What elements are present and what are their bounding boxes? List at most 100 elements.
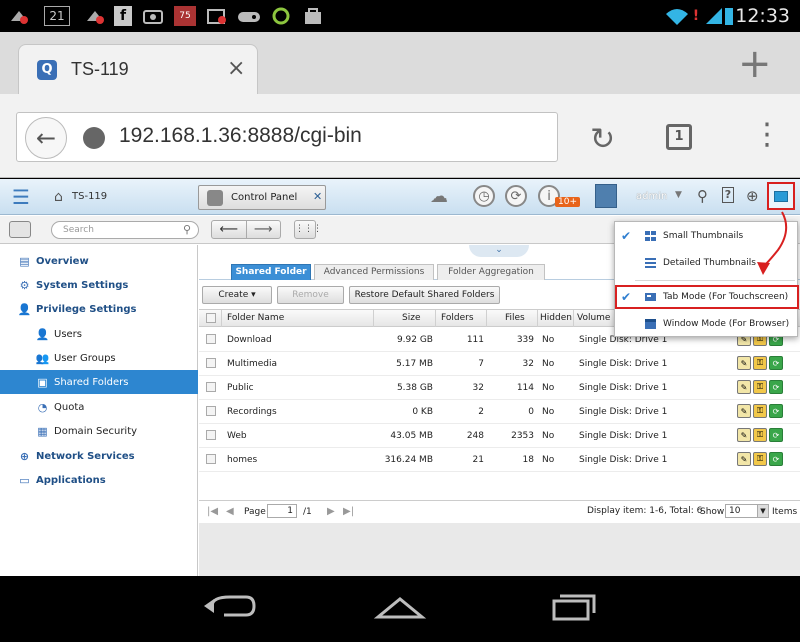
column-header-volume[interactable]: Volume: [577, 313, 610, 323]
prev-page-icon[interactable]: ◀: [226, 506, 234, 517]
home-icon[interactable]: [370, 586, 430, 626]
refresh-icon[interactable]: ⟳: [769, 404, 783, 418]
sidebar-item-users[interactable]: 👤 Users: [0, 322, 198, 346]
refresh-icon[interactable]: ⟳: [769, 428, 783, 442]
page-number-input[interactable]: 1: [267, 504, 297, 518]
cell-hidden: No: [542, 335, 555, 345]
display-item-info: Display item: 1-6, Total: 6: [587, 506, 703, 516]
apps-grid-icon[interactable]: ⋮⋮⋮: [294, 220, 322, 239]
column-header-hidden[interactable]: Hidden: [540, 313, 572, 323]
new-tab-icon[interactable]: +: [738, 44, 772, 84]
sidebar-item-quota[interactable]: ◔ Quota: [0, 395, 198, 419]
remove-button[interactable]: Remove: [277, 286, 344, 304]
language-globe-icon[interactable]: ⊕: [746, 187, 759, 205]
recent-apps-icon[interactable]: [540, 586, 600, 626]
nas-name[interactable]: TS-119: [72, 191, 107, 202]
cell-files: 114: [516, 383, 534, 393]
row-checkbox[interactable]: [206, 406, 216, 416]
edit-icon[interactable]: ✎: [737, 380, 751, 394]
row-checkbox[interactable]: [206, 454, 216, 464]
last-page-icon[interactable]: ▶|: [343, 506, 354, 517]
row-checkbox[interactable]: [206, 382, 216, 392]
sidebar-item-overview[interactable]: ▤ Overview: [0, 249, 198, 273]
signal-icon: [704, 6, 724, 26]
search-input[interactable]: Search ⚲: [51, 221, 199, 239]
chevron-down-icon[interactable]: ▼: [757, 505, 768, 517]
cloud-icon[interactable]: ☁: [428, 185, 450, 207]
username-label[interactable]: admin: [636, 191, 667, 202]
column-header-size[interactable]: Size: [402, 313, 420, 323]
row-checkbox[interactable]: [206, 430, 216, 440]
panel-toggle-button[interactable]: [9, 221, 31, 238]
items-per-page-select[interactable]: 10 ▼: [725, 504, 769, 518]
home-icon[interactable]: ⌂: [54, 189, 63, 205]
tab-close-icon[interactable]: ×: [227, 56, 245, 81]
search-icon[interactable]: ⚲: [183, 223, 191, 236]
reload-icon[interactable]: ↻: [590, 122, 615, 157]
select-all-checkbox[interactable]: [206, 313, 216, 323]
shopping-bag-icon: [302, 6, 324, 26]
search-icon[interactable]: ⚲: [697, 187, 708, 205]
table-row[interactable]: Public 5.38 GB 32 114 No Single Disk: Drive 1…: [199, 376, 800, 400]
address-bar[interactable]: ← 192.168.1.36:8888/cgi-bin: [16, 112, 558, 162]
share-permission-icon[interactable]: ⚿: [753, 452, 767, 466]
table-row[interactable]: Web 43.05 MB 248 2353 No Single Disk: Drive 1…: [199, 424, 800, 448]
row-checkbox[interactable]: [206, 358, 216, 368]
menu-item-tab-mode[interactable]: ✔ Tab Mode (For Touchscreen): [615, 285, 799, 309]
tab-shared-folder[interactable]: Shared Folder: [231, 264, 311, 280]
refresh-icon[interactable]: ⟳: [769, 380, 783, 394]
table-row[interactable]: Recordings 0 KB 2 0 No Single Disk: Drive 1 ✎ ⚿…: [199, 400, 800, 424]
sidebar-item-applications[interactable]: ▭ Applications: [0, 468, 198, 492]
clock-icon[interactable]: ◷: [473, 185, 495, 207]
edit-icon[interactable]: ✎: [737, 356, 751, 370]
tab-advanced-permissions[interactable]: Advanced Permissions: [314, 264, 434, 280]
next-page-icon[interactable]: ▶: [327, 506, 335, 517]
column-header-folders[interactable]: Folders: [441, 313, 474, 323]
tab-switcher-button[interactable]: 1: [666, 124, 692, 150]
close-icon[interactable]: ✕: [313, 190, 322, 203]
gmail-icon: 75: [174, 6, 196, 26]
restore-default-shared-folders-button[interactable]: Restore Default Shared Folders: [349, 286, 500, 304]
column-header-folder-name[interactable]: Folder Name: [227, 313, 284, 323]
share-permission-icon[interactable]: ⚿: [753, 404, 767, 418]
display-mode-button[interactable]: [767, 182, 795, 210]
chevron-down-icon[interactable]: ▼: [675, 190, 682, 200]
edit-icon[interactable]: ✎: [737, 452, 751, 466]
share-permission-icon[interactable]: ⚿: [753, 356, 767, 370]
url-text[interactable]: 192.168.1.36:8888/cgi-bin: [119, 124, 362, 148]
share-permission-icon[interactable]: ⚿: [753, 428, 767, 442]
share-permission-icon[interactable]: ⚿: [753, 380, 767, 394]
sidebar-item-privilege-settings[interactable]: 👤 Privilege Settings: [0, 297, 198, 321]
table-row[interactable]: homes 316.24 MB 21 18 No Single Disk: Drive 1…: [199, 448, 800, 472]
row-checkbox[interactable]: [206, 334, 216, 344]
nav-forward-icon[interactable]: ⟶: [247, 221, 281, 238]
collapse-chevron-icon[interactable]: ⌄: [469, 245, 529, 257]
browser-tab[interactable]: Q TS-119 ×: [18, 44, 258, 94]
create-button[interactable]: Create ▾: [202, 286, 272, 304]
user-avatar[interactable]: [595, 184, 617, 208]
menu-item-window-mode[interactable]: Window Mode (For Browser): [615, 312, 799, 336]
back-icon[interactable]: [200, 586, 260, 626]
sidebar-item-network-services[interactable]: ⊕ Network Services: [0, 444, 198, 468]
sidebar-item-domain-security[interactable]: ▦ Domain Security: [0, 419, 198, 443]
sidebar-item-user-groups[interactable]: 👥 User Groups: [0, 346, 198, 370]
sidebar-item-shared-folders[interactable]: ▣ Shared Folders: [0, 370, 198, 394]
column-header-files[interactable]: Files: [505, 313, 525, 323]
nav-back-icon[interactable]: ⟵: [212, 221, 247, 238]
sidebar-item-system-settings[interactable]: ⚙ System Settings: [0, 273, 198, 297]
hamburger-menu-icon[interactable]: ☰: [12, 187, 30, 207]
cell-volume: Single Disk: Drive 1: [579, 359, 668, 369]
browser-menu-icon[interactable]: ⋮: [752, 120, 782, 150]
control-panel-tab[interactable]: Control Panel ✕: [198, 185, 326, 210]
table-row[interactable]: Multimedia 5.17 MB 7 32 No Single Disk: Drive…: [199, 352, 800, 376]
android-nav-bar: [0, 576, 800, 642]
first-page-icon[interactable]: |◀: [207, 506, 218, 517]
help-icon[interactable]: ?: [722, 187, 734, 203]
sync-icon[interactable]: ⟳: [505, 185, 527, 207]
refresh-icon[interactable]: ⟳: [769, 452, 783, 466]
edit-icon[interactable]: ✎: [737, 404, 751, 418]
refresh-icon[interactable]: ⟳: [769, 356, 783, 370]
edit-icon[interactable]: ✎: [737, 428, 751, 442]
tab-folder-aggregation[interactable]: Folder Aggregation: [437, 264, 545, 280]
back-arrow-icon[interactable]: ←: [25, 117, 67, 159]
